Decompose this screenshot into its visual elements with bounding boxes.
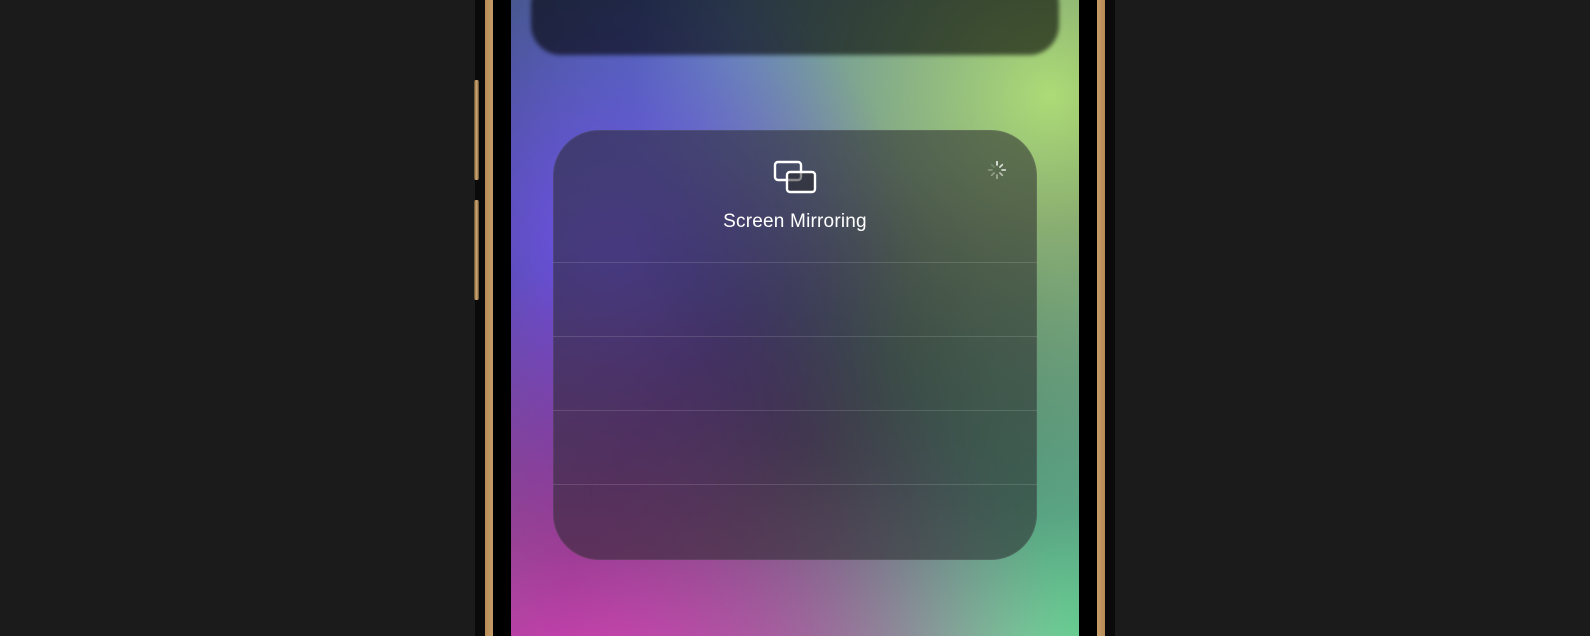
phone-mockup: Screen Mirroring	[475, 0, 1115, 636]
volume-button	[474, 200, 479, 300]
device-row[interactable]	[553, 262, 1037, 336]
screen-mirroring-icon	[773, 160, 817, 199]
loading-spinner-icon	[987, 160, 1007, 185]
device-row[interactable]	[553, 484, 1037, 558]
screen-mirroring-panel[interactable]: Screen Mirroring	[553, 130, 1037, 560]
device-row[interactable]	[553, 410, 1037, 484]
device-row[interactable]	[553, 336, 1037, 410]
volume-button	[474, 80, 479, 180]
phone-screen: Screen Mirroring	[511, 0, 1079, 636]
panel-header: Screen Mirroring	[553, 130, 1037, 262]
panel-title: Screen Mirroring	[723, 211, 867, 233]
